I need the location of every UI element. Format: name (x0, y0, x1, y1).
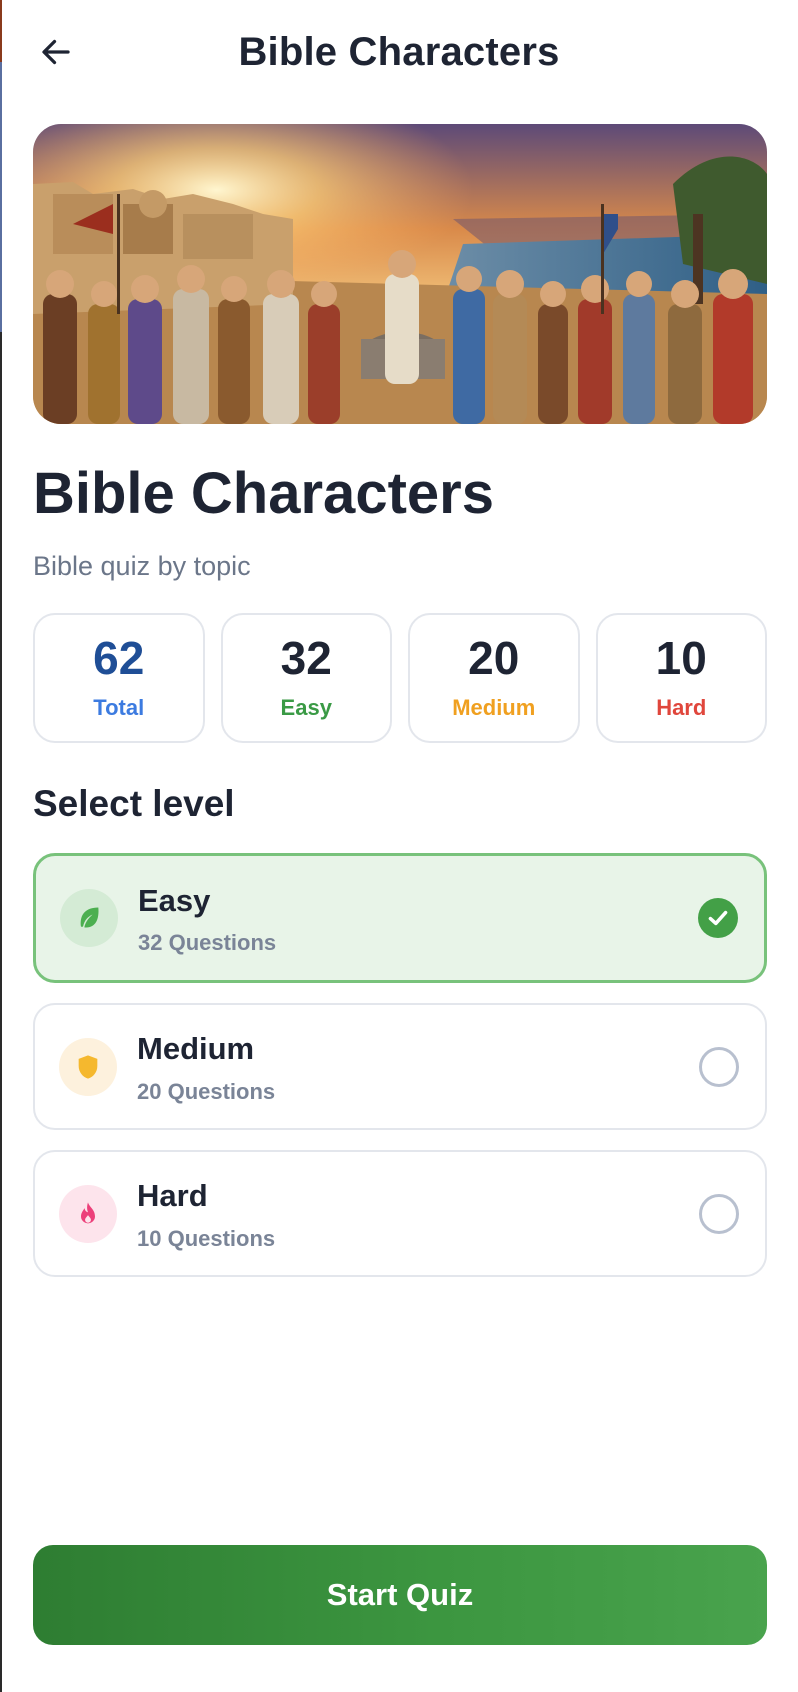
level-badge (59, 1037, 117, 1096)
stat-card-total: 62 Total (33, 613, 205, 743)
level-count: 10 Questions (137, 1226, 276, 1251)
level-count: 20 Questions (137, 1079, 276, 1104)
level-count: 32 Questions (138, 930, 277, 955)
start-quiz-label: Start Quiz (326, 1577, 474, 1612)
stat-value: 10 (655, 632, 707, 684)
stat-label: Medium (452, 695, 536, 720)
level-name: Medium (137, 1031, 255, 1066)
level-radio[interactable] (699, 1193, 739, 1234)
level-name: Easy (138, 883, 211, 918)
shield-icon (78, 1054, 98, 1079)
stat-value: 32 (280, 632, 332, 684)
start-quiz-button[interactable]: Start Quiz (33, 1545, 767, 1645)
stat-label: Easy (280, 695, 332, 720)
topic-title: Bible Characters (33, 461, 494, 526)
level-badge (59, 1184, 117, 1243)
stat-card-easy: 32 Easy (220, 613, 392, 743)
flame-icon (81, 1201, 95, 1223)
level-option-hard[interactable]: Hard 10 Questions (33, 1150, 767, 1277)
topic-subtitle: Bible quiz by topic (33, 551, 251, 581)
level-name: Hard (137, 1178, 208, 1213)
left-edge-strip (0, 0, 2, 1692)
level-option-medium[interactable]: Medium 20 Questions (33, 1003, 767, 1130)
level-radio[interactable] (699, 1046, 739, 1087)
stat-label: Total (93, 695, 145, 720)
header-title: Bible Characters (238, 30, 560, 74)
hero-image (33, 124, 767, 424)
selected-check-icon (698, 898, 738, 938)
level-badge (60, 889, 118, 947)
select-level-heading: Select level (33, 783, 235, 824)
stat-card-medium: 20 Medium (408, 613, 580, 743)
stats-row: 62 Total 32 Easy 20 Medium 10 Hard (33, 613, 767, 743)
stat-label: Hard (656, 695, 707, 720)
level-option-easy[interactable]: Easy 32 Questions (33, 853, 767, 983)
leaf-icon (80, 907, 99, 928)
quiz-topic-screen: Bible Characters Bible Characters Bible … (0, 0, 798, 1692)
app-header: Bible Characters (0, 0, 798, 108)
stat-card-hard: 10 Hard (595, 613, 767, 743)
stat-value: 62 (93, 632, 145, 684)
stat-value: 20 (468, 632, 520, 684)
